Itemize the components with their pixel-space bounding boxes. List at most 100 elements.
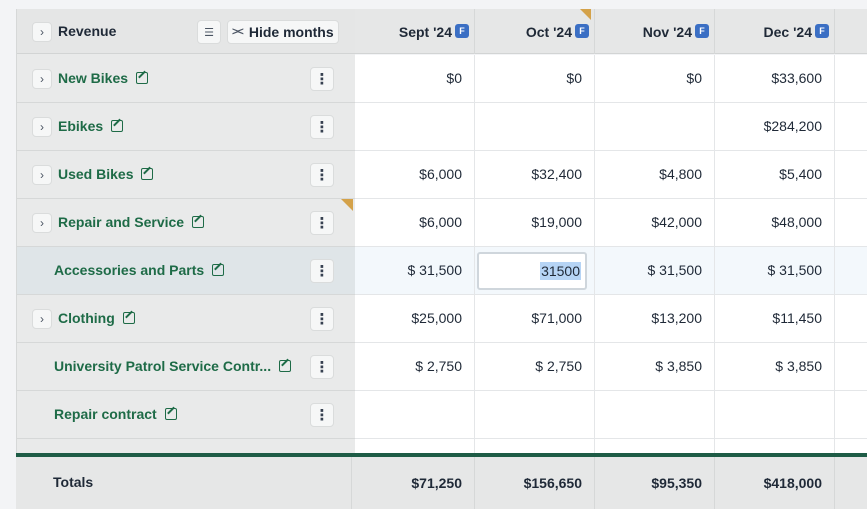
month-header-oct[interactable]: Oct '24 F <box>475 9 595 54</box>
cell-edit-input[interactable]: 31500 <box>477 252 587 290</box>
forecast-badge: F <box>455 24 469 38</box>
total-cell: $71,250 <box>355 457 475 509</box>
table-row: $6,000 $19,000 $42,000 $48,000 <box>355 199 867 247</box>
value-cell[interactable]: $5,400 <box>715 151 835 199</box>
forecast-badge: F <box>695 24 709 38</box>
comment-flag-icon[interactable] <box>341 199 353 211</box>
month-header-sept[interactable]: Sept '24 F <box>355 9 475 54</box>
value-cell[interactable]: $11,450 <box>715 295 835 343</box>
value-cell[interactable] <box>475 103 595 151</box>
row-menu-button[interactable]: ⋮ <box>310 403 334 427</box>
expand-row-button[interactable]: › <box>32 309 52 329</box>
row-menu-button[interactable]: ⋮ <box>310 259 334 283</box>
month-header-nov[interactable]: Nov '24 F <box>595 9 715 54</box>
row-label-repair-and-service[interactable]: › Repair and Service ⋮ <box>17 199 356 247</box>
expand-row-button[interactable]: › <box>32 165 52 185</box>
value-cell[interactable]: $ 2,750 <box>355 343 475 391</box>
row-label-ebikes[interactable]: › Ebikes ⋮ <box>17 103 356 151</box>
value-cell[interactable]: $32,400 <box>475 151 595 199</box>
value-cell[interactable]: $71,000 <box>475 295 595 343</box>
table-row: $284,200 <box>355 103 867 151</box>
value-cell[interactable]: $19,000 <box>475 199 595 247</box>
more-vertical-icon: ⋮ <box>314 358 330 376</box>
row-menu-button[interactable]: ⋮ <box>310 355 334 379</box>
row-menu-button[interactable]: ⋮ <box>310 115 334 139</box>
comment-flag-icon[interactable] <box>580 9 591 20</box>
month-header-dec[interactable]: Dec '24 F <box>715 9 835 54</box>
value-cell[interactable]: $0 <box>595 55 715 103</box>
value-cell[interactable] <box>595 391 715 439</box>
value-cell[interactable]: $48,000 <box>715 199 835 247</box>
value-cell[interactable]: $ 2,750 <box>475 343 595 391</box>
value-cell[interactable]: $25,000 <box>355 295 475 343</box>
row-label[interactable]: Ebikes <box>58 118 124 134</box>
hide-months-button[interactable]: >< Hide months <box>227 20 339 44</box>
value-cell[interactable]: $ 3,850 <box>715 343 835 391</box>
expand-row-button[interactable]: › <box>32 213 52 233</box>
row-label-repair-contract[interactable]: Repair contract ⋮ <box>17 391 356 439</box>
edit-icon[interactable] <box>141 168 154 180</box>
value-cell[interactable]: $284,200 <box>715 103 835 151</box>
values-grid: $0 $0 $0 $33,600 $284,200 $6,000 $32,400… <box>355 55 867 453</box>
row-label[interactable]: New Bikes <box>58 70 149 86</box>
forecast-badge: F <box>575 24 589 38</box>
value-cell[interactable]: $0 <box>475 55 595 103</box>
value-cell[interactable]: $ 3,850 <box>595 343 715 391</box>
value-cell[interactable]: $13,200 <box>595 295 715 343</box>
chevron-right-icon: › <box>40 216 44 230</box>
value-cell[interactable] <box>715 391 835 439</box>
value-cell[interactable]: $ 31,500 <box>355 247 475 295</box>
value-cell[interactable] <box>715 439 835 453</box>
row-label[interactable]: Accessories and Parts <box>54 262 225 278</box>
row-label-university-patrol[interactable]: University Patrol Service Contr... ⋮ <box>17 343 356 391</box>
row-label-accessories-and-parts[interactable]: Accessories and Parts ⋮ <box>17 247 356 295</box>
value-cell[interactable]: $0 <box>355 55 475 103</box>
value-cell[interactable] <box>475 439 595 453</box>
edit-icon[interactable] <box>136 72 149 84</box>
selected-text: 31500 <box>540 262 581 280</box>
edit-icon[interactable] <box>279 360 292 372</box>
value-cell[interactable] <box>595 103 715 151</box>
value-cell[interactable]: $33,600 <box>715 55 835 103</box>
row-menu-button[interactable]: ⋮ <box>310 67 334 91</box>
expand-row-button[interactable]: › <box>32 69 52 89</box>
expand-revenue-button[interactable]: › <box>32 22 52 42</box>
row-label-used-bikes[interactable]: › Used Bikes ⋮ <box>17 151 356 199</box>
row-menu-button[interactable]: ⋮ <box>310 307 334 331</box>
row-label-new-bikes[interactable]: › New Bikes ⋮ <box>17 55 356 103</box>
list-view-button[interactable]: ☰ <box>197 20 221 44</box>
edit-icon[interactable] <box>192 216 205 228</box>
value-cell[interactable] <box>595 439 715 453</box>
row-label[interactable]: Repair and Service <box>58 214 205 230</box>
value-cell[interactable]: $ 31,500 <box>595 247 715 295</box>
row-menu-button[interactable]: ⋮ <box>310 211 334 235</box>
value-cell[interactable] <box>475 391 595 439</box>
expand-row-button[interactable]: › <box>32 117 52 137</box>
list-icon: ☰ <box>204 26 214 39</box>
row-label[interactable]: Repair contract <box>54 406 177 422</box>
value-cell[interactable]: $42,000 <box>595 199 715 247</box>
row-label[interactable]: Used Bikes <box>58 166 154 182</box>
edit-icon[interactable] <box>111 120 124 132</box>
chevron-right-icon: › <box>40 120 44 134</box>
edit-icon[interactable] <box>122 312 135 324</box>
row-label[interactable]: Clothing <box>58 310 135 326</box>
value-cell[interactable]: $4,800 <box>595 151 715 199</box>
column-separator <box>351 457 352 509</box>
value-cell[interactable]: $6,000 <box>355 151 475 199</box>
value-cell[interactable] <box>355 103 475 151</box>
more-vertical-icon: ⋮ <box>314 166 330 184</box>
row-label-clothing[interactable]: › Clothing ⋮ <box>17 295 356 343</box>
value-cell[interactable] <box>355 439 475 453</box>
value-cell[interactable] <box>355 391 475 439</box>
month-header-row: Sept '24 F Oct '24 F Nov '24 F Dec '24 F <box>355 9 867 54</box>
revenue-header: › Revenue ☰ >< Hide months <box>17 9 356 54</box>
row-menu-button[interactable]: ⋮ <box>310 163 334 187</box>
edit-icon[interactable] <box>164 408 177 420</box>
table-row: $0 $0 $0 $33,600 <box>355 55 867 103</box>
value-cell[interactable]: $6,000 <box>355 199 475 247</box>
value-cell[interactable]: $ 31,500 <box>715 247 835 295</box>
row-label[interactable]: University Patrol Service Contr... <box>54 358 292 374</box>
edit-icon[interactable] <box>212 264 225 276</box>
more-vertical-icon: ⋮ <box>314 118 330 136</box>
